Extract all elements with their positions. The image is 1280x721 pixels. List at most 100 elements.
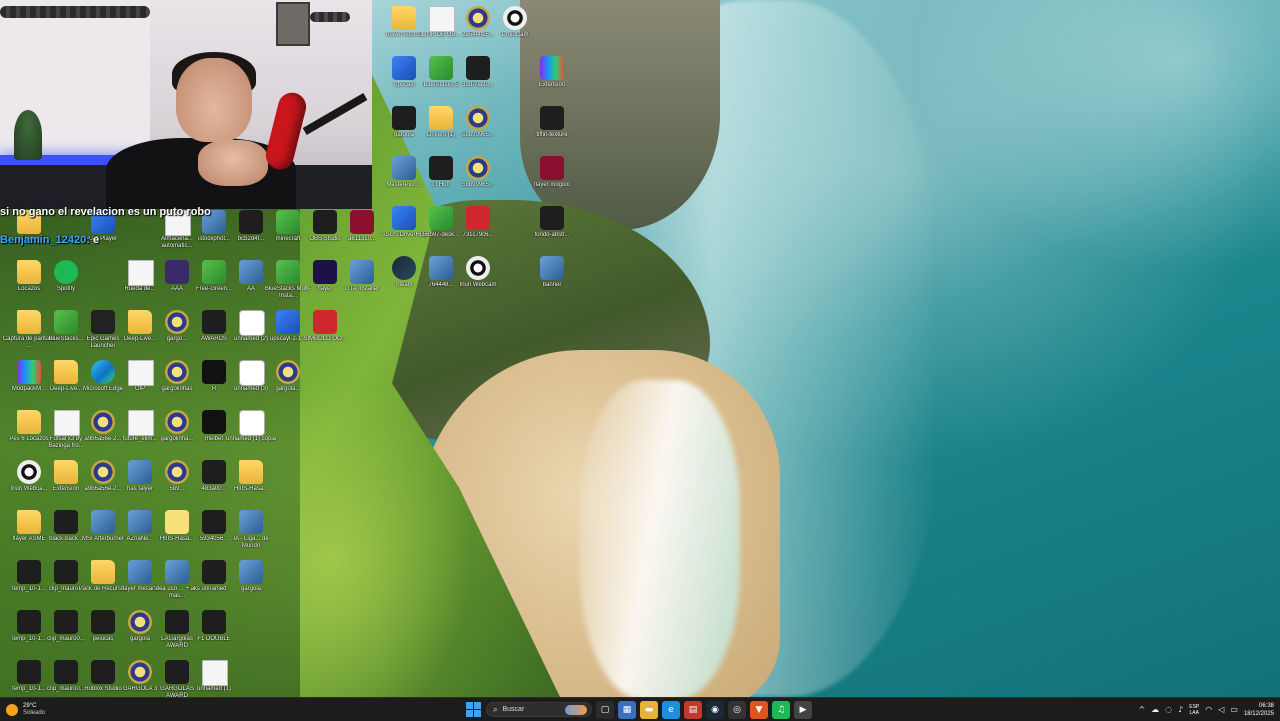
badge-icon bbox=[165, 410, 189, 434]
desktop-icon[interactable]: HIIIS-Hasa... bbox=[228, 458, 274, 504]
folder-icon bbox=[239, 460, 263, 484]
start-button[interactable] bbox=[464, 701, 482, 719]
sun-icon bbox=[6, 703, 18, 716]
badge-icon bbox=[276, 360, 300, 384]
folder-icon bbox=[392, 6, 416, 30]
desktop-icon[interactable]: IA - Liga... de Mundo bbox=[228, 508, 274, 554]
desktop-icon[interactable]: SIMBOLO OO... bbox=[302, 308, 348, 354]
chat-text: si no gano el revelacion es un puto robo bbox=[0, 206, 211, 218]
image-icon bbox=[202, 460, 226, 484]
image-icon bbox=[392, 106, 416, 130]
desktop-icon-label: GTA Installer bbox=[344, 286, 380, 292]
chat-message: si no gano el revelacion es un puto robo bbox=[0, 205, 340, 219]
image-icon bbox=[239, 510, 263, 534]
taskbar-clock[interactable]: 06:38 18/12/2025 bbox=[1244, 702, 1274, 718]
desktop-icon-label: a611310... bbox=[348, 236, 376, 242]
image-icon bbox=[165, 660, 189, 684]
desktop-icon[interactable]: 38d70a9d... bbox=[455, 54, 501, 100]
desktop-icon[interactable]: Iriun Webcam bbox=[455, 254, 501, 300]
task-view-icon[interactable]: ▢ bbox=[596, 700, 614, 719]
steam-icon[interactable]: ◉ bbox=[706, 700, 724, 719]
epic-icon bbox=[91, 310, 115, 334]
webcam-garland bbox=[310, 12, 350, 22]
badge-icon bbox=[128, 660, 152, 684]
chat-username: Benjamin_12420: bbox=[0, 234, 90, 246]
desktop-icon[interactable]: GTA Installer bbox=[339, 258, 385, 304]
file-icon bbox=[54, 410, 80, 436]
weather-temperature: 29°C bbox=[23, 702, 37, 709]
desktop-icon[interactable]: Extension bbox=[529, 54, 575, 100]
edge-icon bbox=[91, 360, 115, 384]
taskbar-center: ⌕ Buscar ▢ ▦ ▬ e ▤ ◉ ◎ ▼ ♫ ▶ bbox=[464, 699, 812, 720]
search-placeholder: Buscar bbox=[502, 706, 525, 713]
image-icon bbox=[239, 410, 265, 436]
battery-icon[interactable]: ▭ bbox=[1230, 705, 1238, 714]
desktop-icon-label: gargola bbox=[240, 586, 261, 592]
microphone-icon[interactable]: ♪ bbox=[1178, 705, 1183, 714]
desktop-icon[interactable]: gargola bbox=[228, 558, 274, 604]
desktop-icon[interactable]: F1 DOUBLE bbox=[191, 608, 237, 654]
image-icon bbox=[54, 560, 78, 584]
windows-logo-icon bbox=[473, 710, 481, 717]
desktop-icon[interactable]: 731c79c6... bbox=[455, 204, 501, 250]
file-icon bbox=[429, 6, 455, 32]
image-icon bbox=[540, 206, 564, 230]
webcam-mic-arm bbox=[302, 93, 368, 135]
desktop-icon[interactable]: tiffin-texture bbox=[529, 104, 575, 150]
folder-icon bbox=[17, 410, 41, 434]
spotify-icon[interactable]: ♫ bbox=[772, 700, 790, 719]
desktop-icon[interactable]: 5bb99965... bbox=[455, 154, 501, 200]
chat-text: e bbox=[92, 234, 100, 246]
calendar-app-icon[interactable]: ▤ bbox=[684, 700, 702, 719]
desktop-icon[interactable]: flayer mogolo bbox=[529, 154, 575, 200]
taskbar-search-box[interactable]: ⌕ Buscar bbox=[486, 702, 592, 717]
desktop-icon-label: 5bb99965... bbox=[462, 132, 494, 138]
show-hidden-icons-chevron[interactable]: ^ bbox=[1138, 705, 1145, 714]
webcam-microphone bbox=[262, 89, 310, 173]
image-icon bbox=[54, 610, 78, 634]
weather-widget[interactable]: 29°C Soleado bbox=[6, 700, 45, 719]
widgets-icon[interactable]: ▦ bbox=[618, 700, 636, 719]
language-indicator[interactable]: ESP LAA bbox=[1189, 704, 1199, 716]
desktop-icon[interactable]: 5bb99965... bbox=[455, 104, 501, 150]
disc-icon bbox=[350, 260, 374, 284]
image-icon bbox=[128, 560, 152, 584]
webcam-plant bbox=[14, 110, 42, 160]
file-explorer-icon[interactable]: ▬ bbox=[640, 700, 658, 719]
wifi-icon[interactable]: ◠ bbox=[1205, 705, 1212, 714]
webcam-picture-frame bbox=[276, 2, 310, 46]
image-icon bbox=[350, 210, 374, 234]
desktop-icon[interactable]: gargola... bbox=[265, 358, 311, 404]
taskbar: 29°C Soleado ⌕ Buscar ▢ ▦ ▬ e ▤ ◉ ◎ ▼ ♫ ▶ ^ ☁ ◌ ♪… bbox=[0, 697, 1280, 721]
webcam-icon bbox=[503, 6, 527, 30]
desktop-icon[interactable]: banner bbox=[529, 254, 575, 300]
desktop-icon[interactable]: unnamed (1) copia bbox=[226, 408, 276, 454]
image-icon bbox=[540, 106, 564, 130]
melbet-icon bbox=[202, 410, 226, 434]
desktop-icon[interactable]: fondo-abstr... bbox=[529, 204, 575, 250]
stream-chat-overlay: si no gano el revelacion es un puto robo… bbox=[0, 205, 340, 265]
desktop-icon[interactable]: a611310... bbox=[339, 208, 385, 254]
badge-icon bbox=[91, 410, 115, 434]
media-player-icon[interactable]: ▶ bbox=[794, 700, 812, 719]
desktop-icon-label: Iriun Webcam bbox=[459, 282, 497, 288]
system-tray: ^ ☁ ◌ ♪ ESP LAA ◠ ◁ ▭ 06:38 18/12/2025 bbox=[1138, 699, 1274, 720]
badge-icon bbox=[466, 156, 490, 180]
webcam-person-face bbox=[176, 58, 252, 142]
desktop-icon-label: 5bb99965... bbox=[462, 182, 494, 188]
edge-icon[interactable]: e bbox=[662, 700, 680, 719]
roblox-icon bbox=[91, 660, 115, 684]
folder-icon bbox=[17, 310, 41, 334]
volume-icon[interactable]: ◁ bbox=[1218, 705, 1224, 714]
obs-icon[interactable]: ◎ bbox=[728, 700, 746, 719]
onedrive-icon[interactable]: ☁ bbox=[1151, 705, 1159, 714]
webcam-icon bbox=[17, 460, 41, 484]
desktop-icon-label: IA - Liga... de Mundo bbox=[233, 536, 269, 549]
chat-message: Benjamin_12420: e bbox=[0, 233, 340, 247]
network-icon[interactable]: ◌ bbox=[1165, 705, 1172, 714]
brave-icon[interactable]: ▼ bbox=[750, 700, 768, 719]
image-icon bbox=[202, 610, 226, 634]
desktop-icon[interactable]: DroidCam bbox=[492, 4, 538, 50]
image-icon bbox=[429, 256, 453, 280]
image-icon bbox=[202, 660, 228, 686]
